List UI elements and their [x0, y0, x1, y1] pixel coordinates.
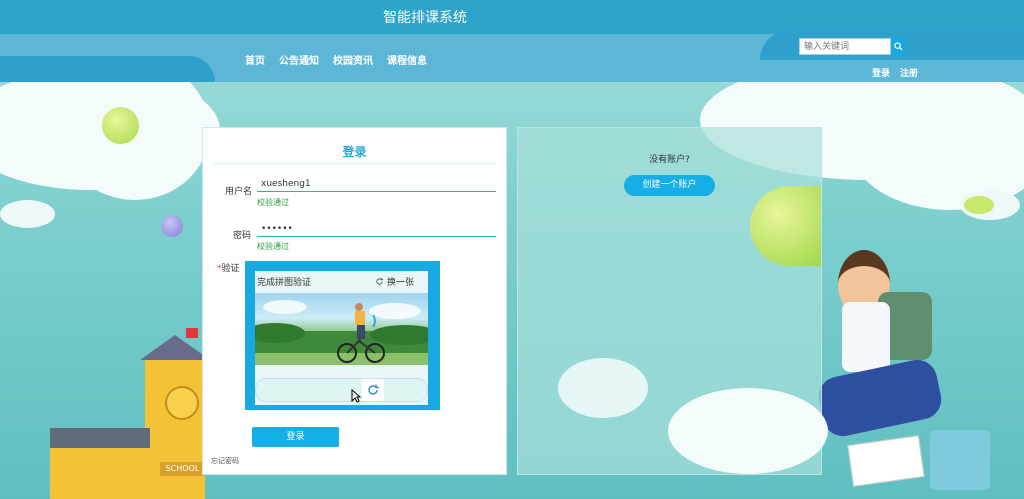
password-field[interactable]: ••••••: [257, 222, 496, 237]
captcha-title: 完成拼图验证: [257, 278, 312, 288]
search-input[interactable]: [799, 38, 891, 55]
username-status: 校验通过: [257, 198, 289, 207]
green-ball-decoration: [102, 107, 139, 144]
school-sign: SCHOOL: [160, 462, 205, 476]
register-panel: 没有账户? 创建一个账户: [517, 127, 828, 475]
login-title: 登录: [342, 145, 367, 159]
nav-item-campus-news[interactable]: 校园资讯: [333, 52, 373, 67]
green-ball-decoration: [964, 196, 994, 214]
cloud-decoration: [558, 358, 648, 418]
school-building-illustration: [50, 428, 150, 499]
password-status: 校验通过: [257, 242, 289, 251]
forgot-password-link[interactable]: 忘记密码: [211, 456, 239, 466]
username-field[interactable]: xuesheng1: [257, 177, 496, 192]
search-box: [799, 38, 905, 55]
login-submit-button[interactable]: 登录: [252, 427, 339, 447]
mouse-cursor-icon: [351, 389, 361, 403]
main-nav: 首页 公告通知 校园资讯 课程信息: [245, 52, 427, 67]
school-roof-illustration: [140, 335, 210, 360]
captcha-popup: 完成拼图验证 换一张: [245, 261, 440, 410]
captcha-label: *验证: [217, 261, 240, 274]
search-icon: [893, 42, 903, 51]
header-band: [0, 56, 215, 82]
search-button[interactable]: [891, 38, 905, 55]
no-account-prompt: 没有账户?: [649, 155, 690, 165]
captcha-slider-handle[interactable]: [362, 379, 384, 401]
captcha-refresh-button[interactable]: 换一张: [375, 275, 414, 288]
student-pants-illustration: [815, 356, 945, 440]
captcha-slider-track[interactable]: [255, 378, 428, 402]
login-link[interactable]: 登录: [872, 66, 890, 79]
nav-item-notices[interactable]: 公告通知: [279, 52, 319, 67]
auth-links: 登录 注册: [872, 66, 918, 79]
captcha-refresh-label: 换一张: [387, 278, 415, 288]
bag-illustration: [930, 430, 990, 490]
captcha-puzzle-image: [255, 293, 428, 365]
username-label: 用户名: [225, 187, 253, 197]
divider: [213, 162, 496, 165]
refresh-icon: [376, 277, 384, 285]
flag-illustration: [186, 328, 198, 338]
green-ball-decoration: [750, 186, 821, 266]
password-label: 密码: [233, 231, 252, 241]
cyclist-picture: [255, 300, 428, 365]
site-title: 智能排课系统: [383, 10, 467, 26]
register-link[interactable]: 注册: [900, 66, 918, 79]
book-illustration: [847, 435, 925, 487]
refresh-icon: [368, 384, 379, 395]
student-shirt-illustration: [842, 302, 890, 372]
nav-item-courses[interactable]: 课程信息: [387, 52, 427, 67]
cloud-decoration: [668, 388, 828, 474]
site-header: 智能排课系统 首页 公告通知 校园资讯 课程信息 登录 注册: [0, 0, 1024, 82]
captcha-body: 完成拼图验证 换一张: [255, 271, 428, 405]
captcha-label-text: 验证: [221, 264, 240, 274]
school-tower-illustration: [145, 358, 205, 499]
cloud-decoration: [0, 200, 55, 228]
purple-ball-decoration: [161, 215, 183, 237]
nav-item-home[interactable]: 首页: [245, 52, 265, 67]
create-account-button[interactable]: 创建一个账户: [624, 175, 715, 196]
